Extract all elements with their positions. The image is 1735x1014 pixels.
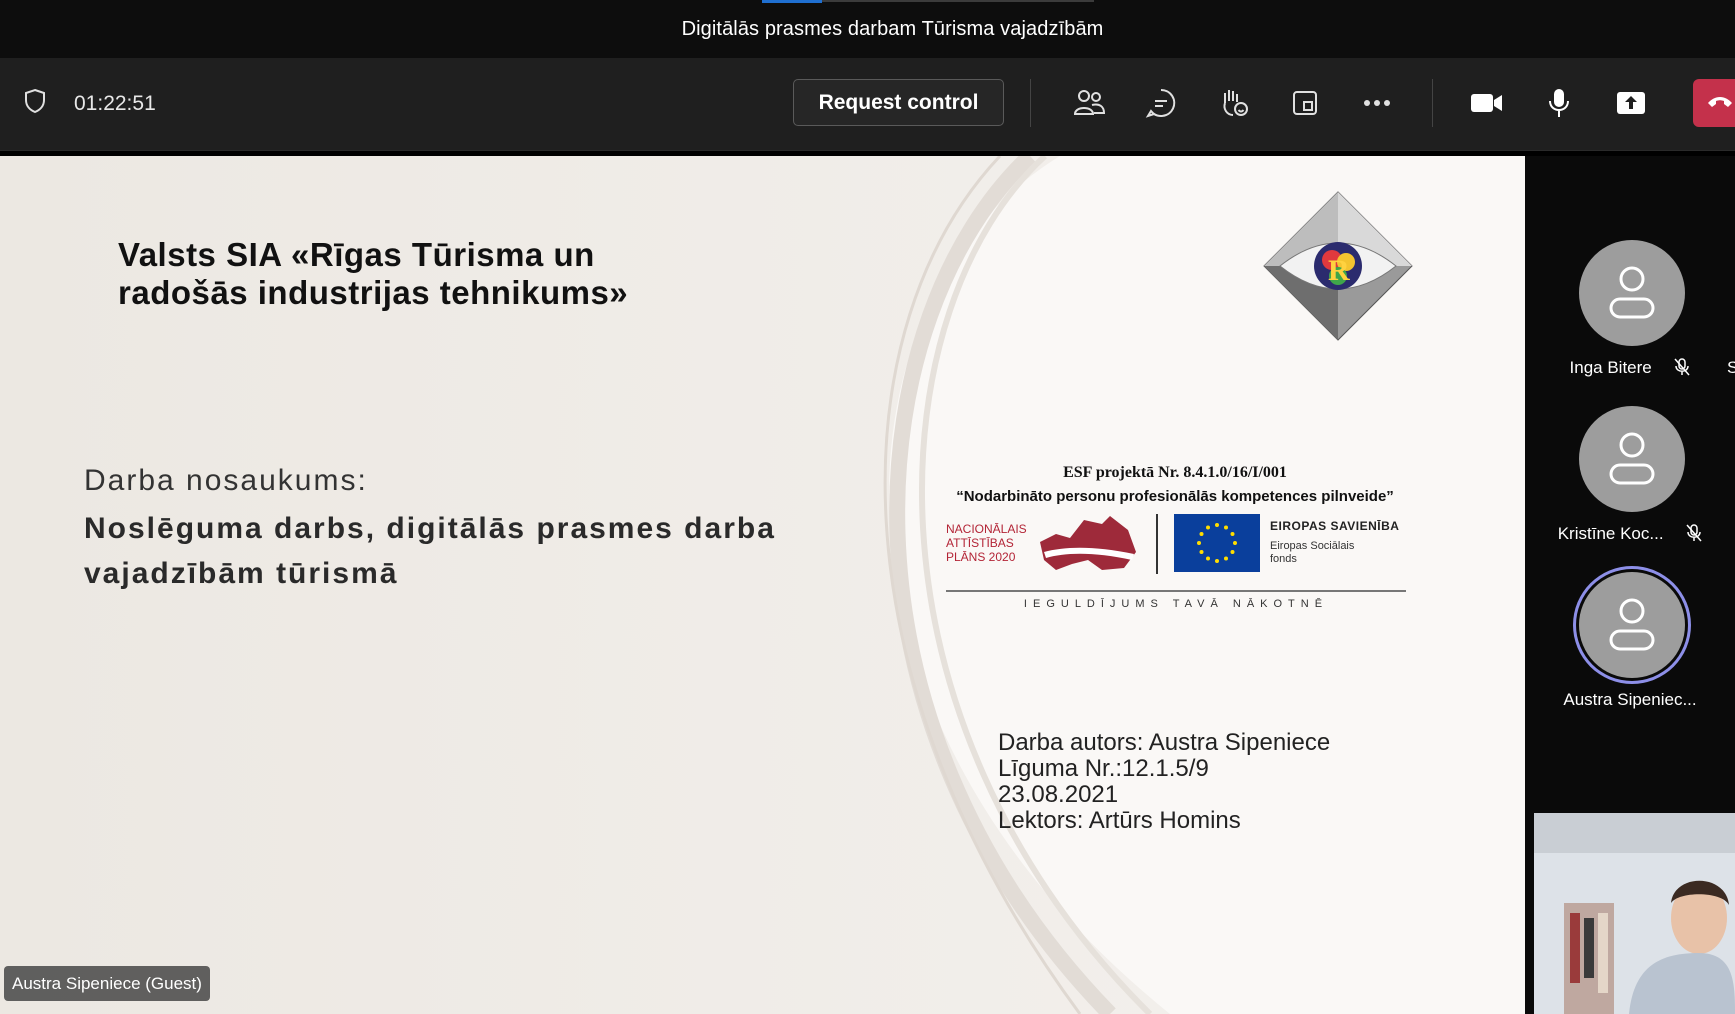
avatar (1579, 572, 1685, 678)
esf-project-block: ESF projektā Nr. 8.4.1.0/16/I/001 “Nodar… (940, 464, 1410, 505)
camera-icon[interactable] (1466, 82, 1508, 124)
raise-hand-icon[interactable] (1212, 82, 1254, 124)
mic-off-icon (1686, 524, 1702, 542)
eu-fund-line: fonds (1270, 553, 1297, 565)
more-icon[interactable] (1356, 82, 1398, 124)
overflow-participant-initial: S (1727, 358, 1735, 377)
participant-name-text: Inga Bitere (1569, 358, 1652, 377)
microphone-icon[interactable] (1538, 82, 1580, 124)
logo-divider (1156, 514, 1158, 574)
avatar (1579, 240, 1685, 346)
participant-tile[interactable]: Inga Bitere (1525, 240, 1735, 400)
esf-project-number: ESF projektā Nr. 8.4.1.0/16/I/001 (1063, 464, 1287, 481)
nap-line: NACIONĀLAIS (946, 522, 1027, 536)
meeting-timer: 01:22:51 (74, 91, 156, 115)
avatar (1579, 406, 1685, 512)
work-title-label: Darba nosaukums: (84, 464, 368, 497)
person-icon (1609, 266, 1655, 319)
title-accent (762, 0, 822, 3)
request-control-button[interactable]: Request control (793, 79, 1004, 126)
esf-motto: IEGULDĪJUMS TAVĀ NĀKOTNĒ (1023, 598, 1329, 610)
nap-line: ATTĪSTĪBAS (946, 536, 1014, 550)
meeting-title: Digitālās prasmes darbam Tūrisma vajadzī… (681, 17, 1104, 40)
participant-name: Kristīne Koc... (1525, 524, 1735, 544)
meeting-info: 01:22:51 (24, 88, 156, 119)
meeting-toolbar: 01:22:51 Request control (0, 58, 1735, 151)
participant-name-text: Austra Sipeniec... (1563, 690, 1697, 709)
toolbar-divider (1030, 79, 1031, 127)
participant-tile[interactable]: Kristīne Koc... (1525, 406, 1735, 566)
eu-label: EIROPAS SAVIENĪBA (1270, 519, 1400, 533)
date-line: 23.08.2021 (998, 781, 1119, 808)
eu-fund-line: Eiropas Sociālais (1270, 540, 1355, 552)
participant-name-text: Kristīne Koc... (1557, 524, 1664, 543)
svg-text:R: R (1328, 254, 1350, 287)
latvia-map-logo (1040, 516, 1136, 570)
school-logo: R (1262, 190, 1414, 347)
self-video-feed[interactable] (1534, 813, 1735, 1014)
share-icon[interactable] (1610, 82, 1652, 124)
eu-fund-label: Eiropas Sociālais fonds (1270, 540, 1354, 566)
contract-line: Līguma Nr.:12.1.5/9 (998, 755, 1209, 782)
chat-icon[interactable] (1140, 82, 1182, 124)
camera-feed-image (1534, 813, 1735, 1014)
eu-flag-logo (1174, 514, 1260, 572)
mic-off-icon (1674, 358, 1691, 376)
participant-tile[interactable]: Austra Sipeniec... (1525, 572, 1735, 732)
view-icon[interactable] (1284, 82, 1326, 124)
hang-up-button[interactable] (1693, 79, 1735, 127)
participants-icon[interactable] (1068, 82, 1110, 124)
participant-name: Inga Bitere (1525, 358, 1735, 378)
participant-name: Austra Sipeniec... (1525, 690, 1735, 710)
presenter-name-tag: Austra Sipeniece (Guest) (4, 966, 210, 1001)
toolbar-divider (1432, 79, 1433, 127)
lecturer-line: Lektors: Artūrs Homins (998, 807, 1241, 834)
work-title: Noslēguma darbs, digitālās prasmes darba… (84, 512, 776, 590)
person-icon (1609, 432, 1655, 485)
nap-line: PLĀNS 2020 (946, 550, 1016, 564)
school-name: Valsts SIA «Rīgas Tūrisma un radošās ind… (118, 236, 629, 311)
hang-up-icon (1707, 94, 1733, 113)
esf-rule (946, 590, 1406, 592)
nap-logo-text: NACIONĀLAIS ATTĪSTĪBAS PLĀNS 2020 (946, 522, 1027, 564)
meeting-title-bar: Digitālās prasmes darbam Tūrisma vajadzī… (0, 0, 1735, 58)
shared-slide: Valsts SIA «Rīgas Tūrisma un radošās ind… (0, 156, 1525, 1014)
author-line: Darba autors: Austra Sipeniece (998, 729, 1331, 756)
shield-icon[interactable] (24, 88, 46, 119)
author-block: Darba autors: Austra Sipeniece Līguma Nr… (998, 730, 1330, 834)
title-accent-track (822, 0, 1094, 2)
esf-project-name: “Nodarbināto personu profesionālās kompe… (956, 488, 1394, 505)
person-icon (1609, 598, 1655, 651)
